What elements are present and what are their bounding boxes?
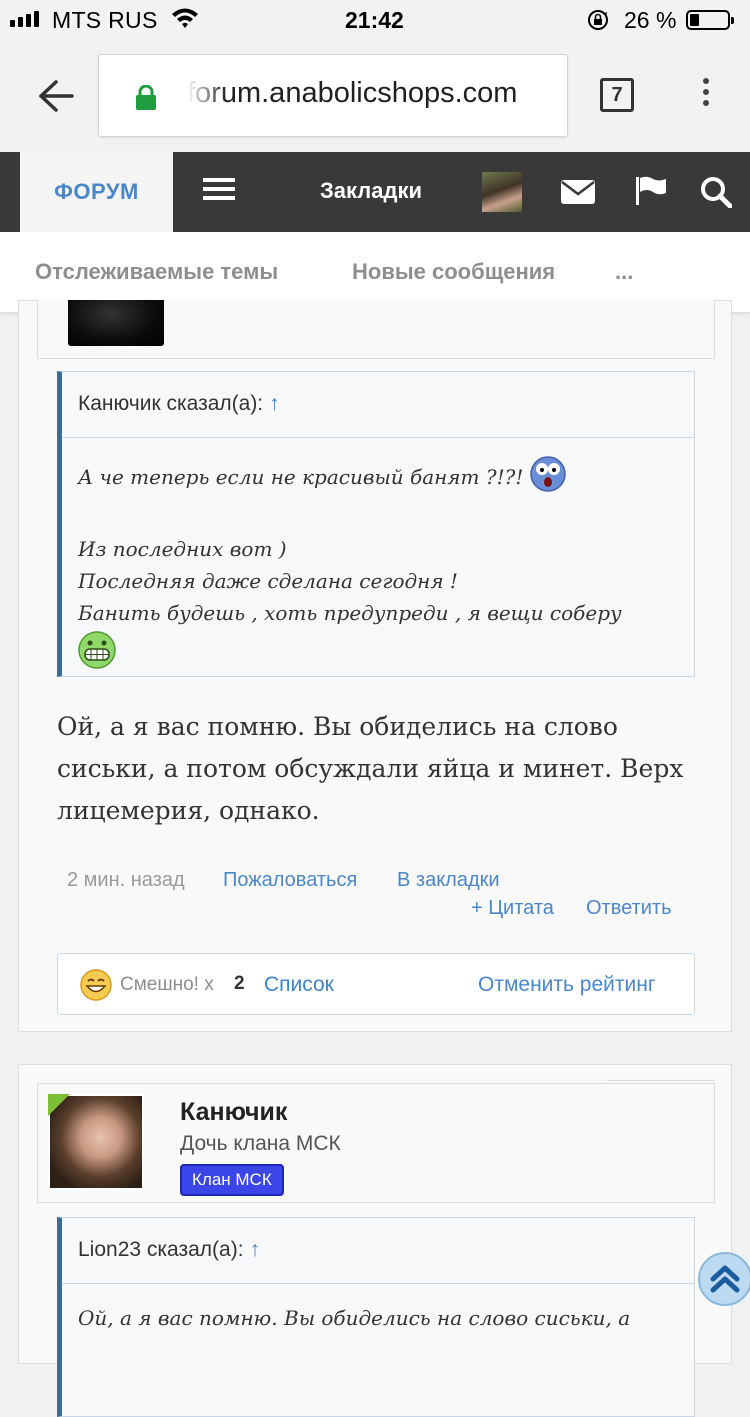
shocked-smiley-icon (530, 456, 566, 501)
status-bar: MTS RUS 21:42 26 % (0, 0, 750, 40)
report-link[interactable]: Пожаловаться (223, 869, 357, 892)
quote-line: Последняя даже сделана сегодня ! (78, 569, 458, 593)
quote-header: Lion23 сказал(а): ↑ (62, 1218, 694, 1284)
quote-body: А че теперь если не красивый банят ?!?! … (62, 438, 694, 678)
tab-switcher-button[interactable]: 7 (600, 78, 634, 112)
quote-line: Из последних вот ) (78, 537, 287, 561)
double-chevron-up-icon (710, 1265, 740, 1293)
quote-block: Lion23 сказал(а): ↑ Ой, а я вас помню. Вы… (57, 1217, 695, 1417)
mail-icon[interactable] (561, 180, 595, 209)
padlock-icon (135, 84, 157, 116)
rating-bar: Смешно! x 2 Список Отменить рейтинг (57, 953, 695, 1015)
online-indicator (48, 1094, 70, 1116)
quote-link[interactable]: + Цитата (471, 897, 554, 920)
battery-icon (686, 10, 734, 30)
author-avatar[interactable] (48, 1094, 144, 1190)
quote-header: Канючик сказал(а): ↑ (62, 372, 694, 438)
quote-body: Ой, а я вас помню. Вы обиделись на слово… (62, 1284, 694, 1334)
grin-smiley-icon (78, 631, 116, 678)
address-bar[interactable]: forum.anabolicshops.com (98, 54, 568, 137)
author-avatar[interactable] (68, 300, 164, 346)
forum-navbar: ФОРУМ Закладки (0, 152, 750, 232)
search-icon[interactable] (700, 176, 733, 213)
quote-line: Банить будешь , хоть предупреди , я вещи… (78, 601, 622, 625)
quote-line: Ой, а я вас помню. Вы обиделись на слово… (78, 1306, 631, 1330)
nav-bookmarks-link[interactable]: Закладки (320, 178, 422, 204)
rating-list-link[interactable]: Список (264, 973, 334, 997)
battery-level (690, 14, 699, 26)
menu-icon[interactable] (203, 178, 235, 205)
more-options-icon[interactable] (700, 78, 712, 111)
flag-icon[interactable] (635, 176, 667, 211)
quote-block: Канючик сказал(а): ↑ А че теперь если не … (57, 371, 695, 677)
post-message: Ой, а я вас помню. Вы обиделись на слово… (57, 712, 684, 825)
cancel-rating-link[interactable]: Отменить рейтинг (478, 973, 656, 997)
scroll-to-top-button[interactable] (698, 1252, 750, 1306)
post-time[interactable]: 2 мин. назад (67, 869, 185, 892)
user-avatar[interactable] (482, 172, 522, 212)
author-name[interactable]: Канючик (180, 1098, 287, 1127)
signal-icon (10, 11, 39, 27)
reply-link[interactable]: Ответить (586, 897, 672, 920)
back-arrow-icon[interactable] (36, 78, 76, 114)
subnav-more[interactable]: ... (615, 259, 633, 285)
subnav-new-posts[interactable]: Новые сообщения (352, 259, 555, 285)
post: Канючик сказал(а): ↑ А че теперь если не … (18, 300, 732, 1032)
url-text: forum.anabolicshops.com (187, 77, 518, 109)
quote-line: А че теперь если не красивый банят ?!?! (78, 465, 524, 489)
quote-jump-arrow[interactable]: ↑ (269, 392, 280, 415)
post-author-block (37, 300, 715, 359)
tab-forum[interactable]: ФОРУМ (20, 152, 173, 232)
rating-count: 2 (234, 973, 245, 994)
laugh-smiley-icon (80, 969, 112, 1006)
clan-badge: Клан МСК (180, 1164, 284, 1196)
subnav-watched-threads[interactable]: Отслеживаемые темы (35, 259, 278, 285)
rotation-lock-icon (586, 8, 610, 38)
quote-jump-arrow[interactable]: ↑ (250, 1238, 261, 1261)
carrier-name: MTS RUS (52, 7, 158, 33)
battery-percent: 26 % (624, 7, 677, 33)
post-author-block: Канючик Дочь клана МСК Клан МСК (37, 1080, 715, 1203)
post: Канючик Дочь клана МСК Клан МСК Lion23 с… (18, 1064, 732, 1417)
wifi-icon (170, 6, 200, 36)
browser-toolbar: forum.anabolicshops.com 7 (0, 40, 750, 152)
rating-label: Смешно! x (120, 974, 214, 995)
clock: 21:42 (345, 7, 404, 33)
quote-author: Канючик сказал(а): (78, 392, 264, 415)
author-title: Дочь клана МСК (180, 1132, 341, 1155)
quote-author: Lion23 сказал(а): (78, 1238, 244, 1261)
bookmark-link[interactable]: В закладки (397, 869, 500, 892)
